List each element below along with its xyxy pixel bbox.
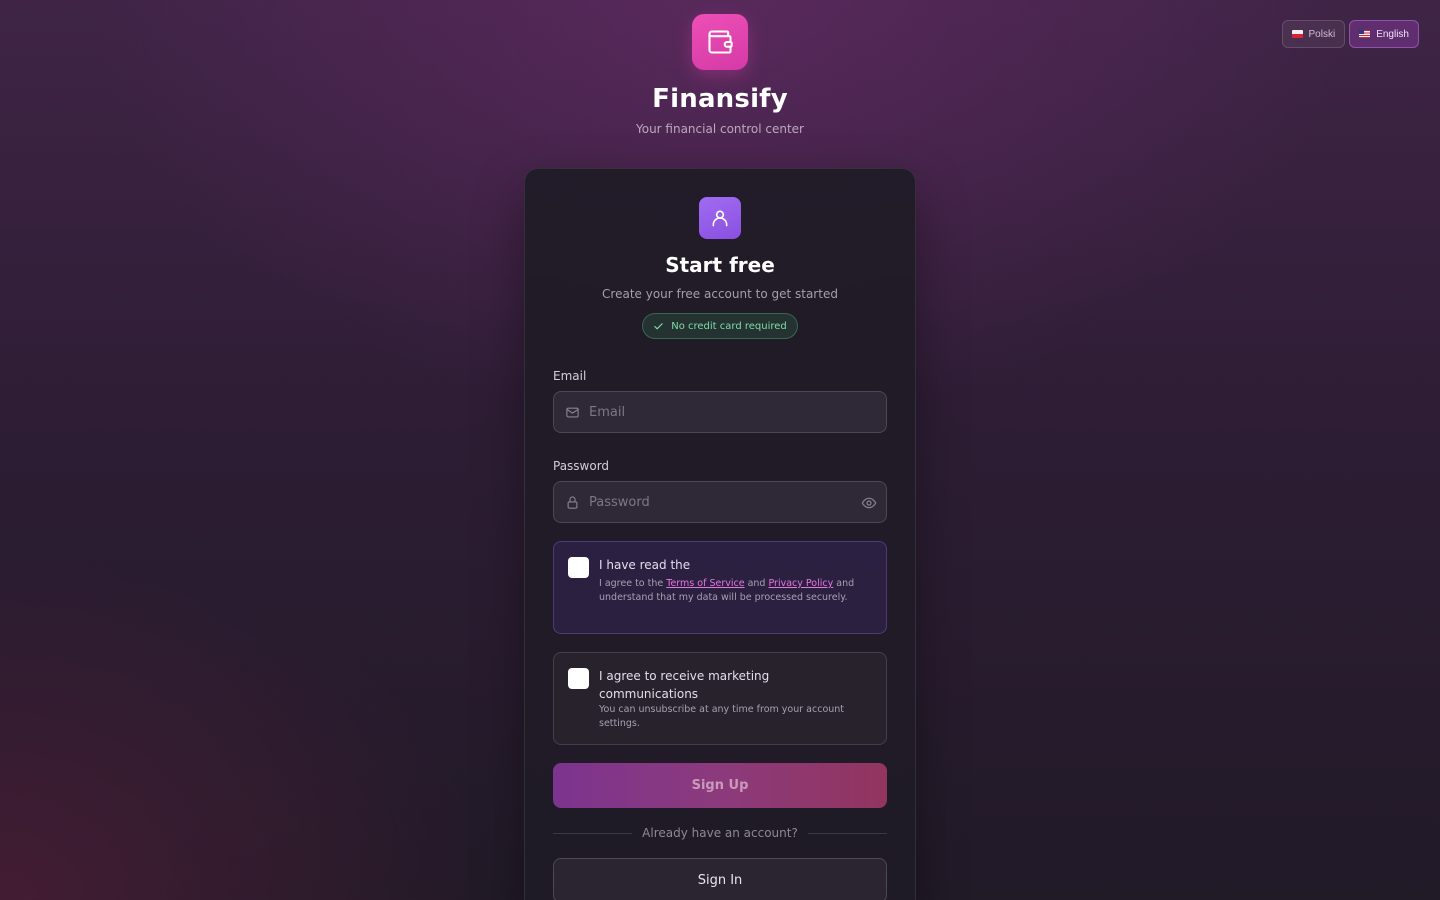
password-input[interactable] xyxy=(554,482,886,522)
marketing-consent-box: I agree to receive marketing communicati… xyxy=(553,652,887,745)
terms-consent-box: I have read the I agree to the Terms of … xyxy=(553,541,887,634)
marketing-checkbox[interactable] xyxy=(568,668,589,689)
terms-desc-and: and xyxy=(747,578,766,589)
marketing-consent-description: You can unsubscribe at any time from you… xyxy=(599,704,845,729)
card-title: Start free xyxy=(665,253,775,277)
eye-icon[interactable] xyxy=(861,495,877,511)
email-input[interactable] xyxy=(554,392,886,432)
check-icon xyxy=(654,322,663,329)
mail-icon xyxy=(566,407,579,418)
lock-icon xyxy=(567,496,578,509)
divider: Already have an account? xyxy=(553,826,888,840)
password-label: Password xyxy=(553,459,610,473)
email-group: Email xyxy=(553,369,887,433)
brand-name: Finansify xyxy=(652,84,788,114)
password-input-box xyxy=(553,481,887,523)
email-label: Email xyxy=(553,369,587,383)
terms-of-service-link[interactable]: Terms of Service xyxy=(666,578,744,589)
card-subtitle: Create your free account to get started xyxy=(602,287,838,301)
marketing-consent-title: I agree to receive marketing communicati… xyxy=(599,669,770,701)
terms-consent-description: I agree to the Terms of Service and Priv… xyxy=(599,577,872,605)
no-credit-card-badge: No credit card required xyxy=(642,313,798,339)
badge-text: No credit card required xyxy=(671,320,787,332)
brand-header: Finansify Your financial control center xyxy=(0,14,1440,136)
sign-in-button[interactable]: Sign In xyxy=(553,858,887,900)
user-icon xyxy=(699,197,741,239)
password-group: Password xyxy=(553,459,887,523)
terms-desc-prefix: I agree to the xyxy=(599,578,664,589)
sign-up-button[interactable]: Sign Up xyxy=(553,763,887,808)
wallet-icon xyxy=(692,14,748,70)
privacy-policy-link[interactable]: Privacy Policy xyxy=(769,578,834,589)
signup-card: Start free Create your free account to g… xyxy=(524,168,916,900)
terms-checkbox[interactable] xyxy=(568,557,589,578)
brand-tagline: Your financial control center xyxy=(635,122,804,136)
divider-text: Already have an account? xyxy=(642,826,798,840)
terms-consent-title: I have read the xyxy=(599,558,691,572)
email-input-box xyxy=(553,391,887,433)
